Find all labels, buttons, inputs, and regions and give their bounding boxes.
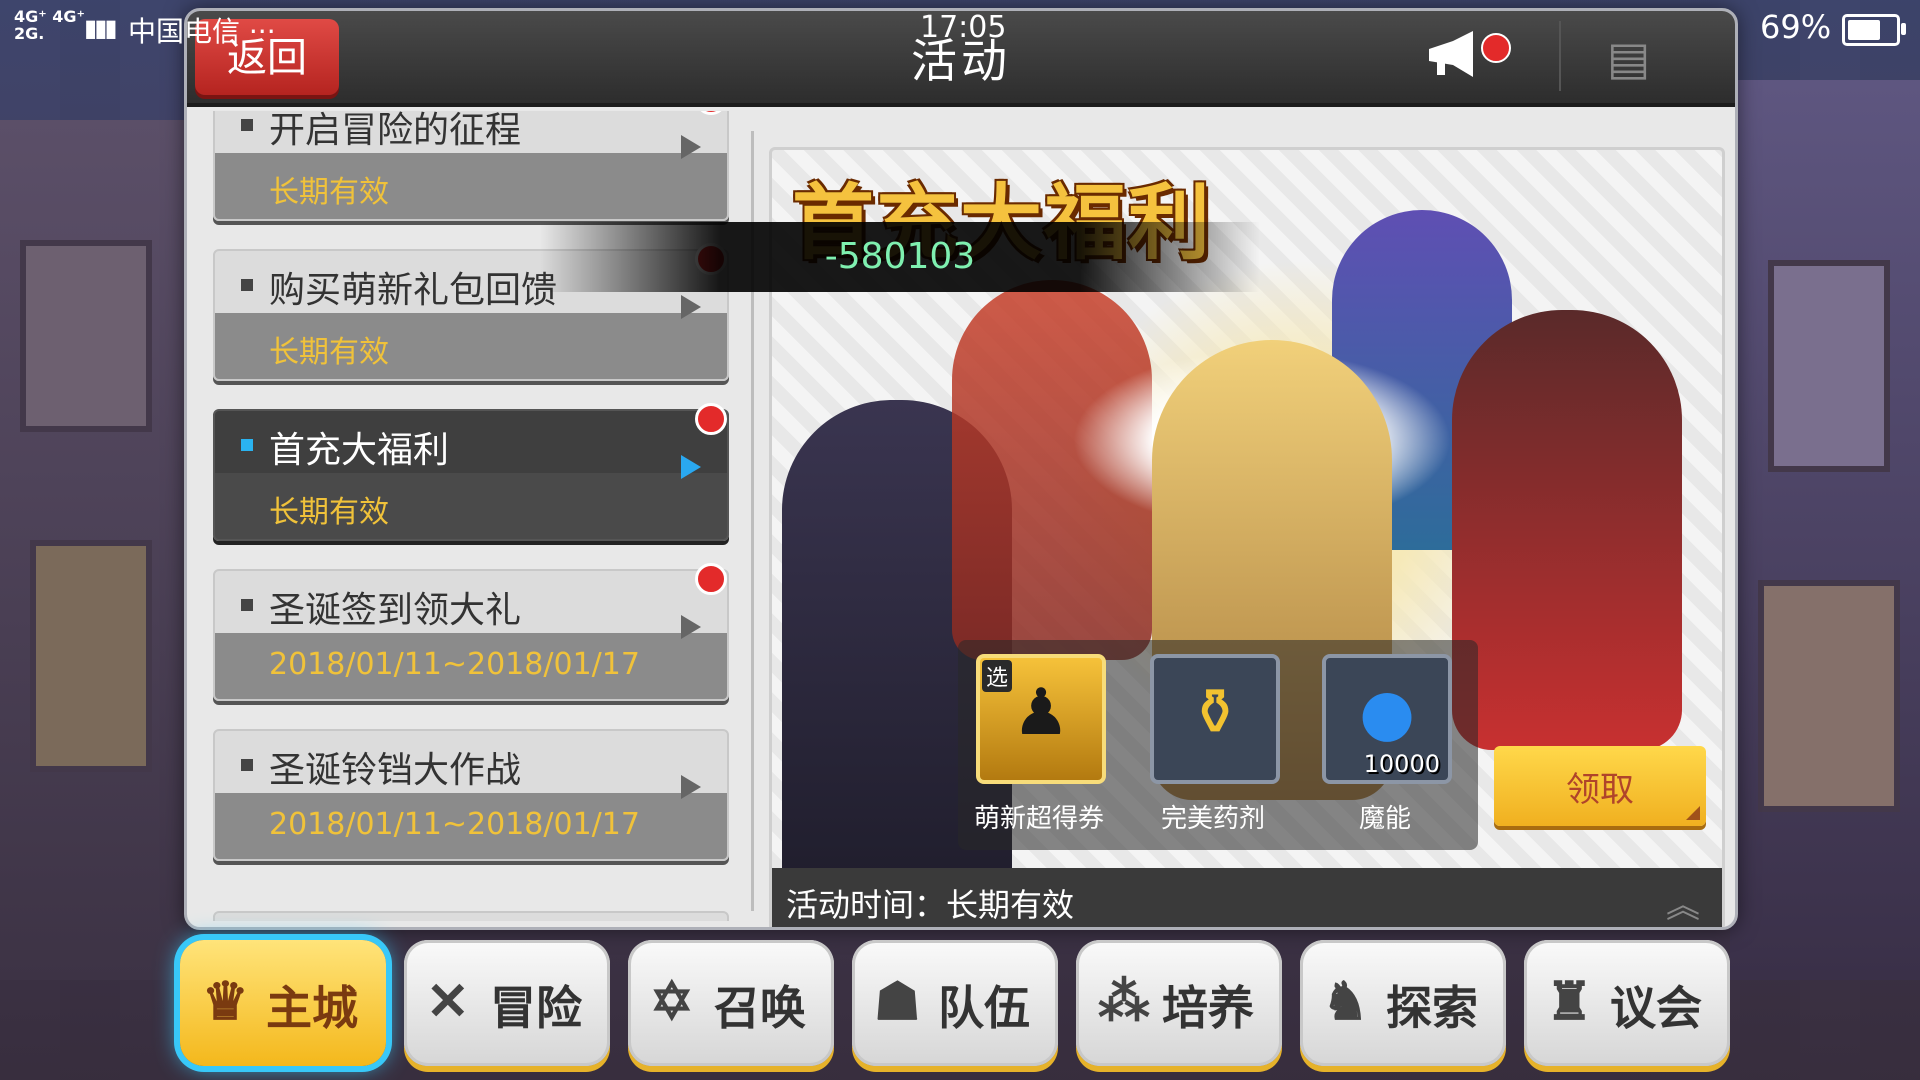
reward-count: 10000 xyxy=(1363,750,1440,778)
nav-button[interactable]: ♛ 主城 xyxy=(180,940,386,1066)
event-name: 圣诞签到领大礼 xyxy=(269,590,522,631)
bullet-icon xyxy=(241,439,253,451)
explorer-icon: ♞ xyxy=(1322,973,1369,1031)
nav-button[interactable]: ✡ 召唤 xyxy=(628,940,834,1066)
event-time-bar: 活动时间：长期有效 ︽ xyxy=(772,868,1722,927)
status-bar: 4G⁺ 4G⁺ 2G. ▮▮▮ 中国电信 ··· 17:05 69% xyxy=(0,0,1920,56)
reward-frame: ● 10000 xyxy=(1322,654,1452,784)
background-house-left xyxy=(0,120,190,980)
nav-label: 召唤 xyxy=(714,982,806,1034)
nav-button[interactable]: ♞ 探索 xyxy=(1300,940,1506,1066)
event-item[interactable]: 圣诞签到领大礼 2018/01/11~2018/01/17 xyxy=(213,563,729,701)
play-arrow-icon xyxy=(681,775,701,799)
reward-item[interactable]: ● 10000 魔能 xyxy=(1310,648,1460,844)
nav-label: 主城 xyxy=(266,982,358,1034)
triple-circle-icon: ⁂ xyxy=(1098,973,1150,1031)
event-time-text: 活动时间：长期有效 xyxy=(786,886,1075,924)
potion-icon: ⚱ xyxy=(1188,676,1242,750)
event-name: 购买萌新礼包回馈 xyxy=(269,270,558,311)
bullet-icon xyxy=(241,279,253,291)
play-arrow-icon xyxy=(681,135,701,159)
nav-label: 培养 xyxy=(1162,982,1254,1034)
event-item[interactable]: 开启冒险的征程长期有效 xyxy=(213,111,729,221)
new-dot xyxy=(695,563,727,595)
reward-label: 完美药剂 xyxy=(1160,804,1265,834)
reward-item[interactable]: ♟ 选 萌新超得券 xyxy=(964,648,1114,844)
event-period: 2018/01/11~2018/01/17 xyxy=(269,807,640,842)
event-name: 开启冒险的征程 xyxy=(269,111,522,151)
reward-frame: ⚱ xyxy=(1150,654,1280,784)
background-house-right xyxy=(1730,80,1920,980)
battery-fill xyxy=(1848,20,1880,40)
nav-button[interactable]: ✕ 冒险 xyxy=(404,940,610,1066)
nav-label: 冒险 xyxy=(490,982,582,1034)
bullet-icon xyxy=(241,599,253,611)
hexagram-icon: ✡ xyxy=(650,973,694,1031)
floating-number-overlay: -580103 xyxy=(540,222,1260,292)
activity-window: 返回 活动 ▤ 开启冒险的征程 长期有效 购买萌新礼包回馈 长期有效 首充大福利 长期有效… xyxy=(184,8,1738,930)
clock: 17:05 xyxy=(920,10,1007,45)
event-name: 首充大福利 xyxy=(269,430,450,471)
event-period: 长期有效 xyxy=(269,495,389,530)
bullet-icon xyxy=(241,759,253,771)
event-name: 圣诞铃铛大作战 xyxy=(269,750,522,791)
reward-item[interactable]: ⚱ 完美药剂 xyxy=(1138,648,1288,844)
team-icon: ☗ xyxy=(874,973,921,1031)
nav-button[interactable]: ⁂ 培养 xyxy=(1076,940,1282,1066)
event-item[interactable]: 圣诞铃铛大作战 2018/01/11~2018/01/17 xyxy=(213,729,729,861)
bullet-icon xyxy=(241,119,253,131)
select-badge: 选 xyxy=(982,660,1013,692)
claim-button[interactable]: 领取 xyxy=(1494,746,1706,826)
event-item-partial[interactable] xyxy=(213,911,729,921)
network-indicator: 4G⁺ 4G⁺ 2G. xyxy=(14,7,85,43)
carrier-label: 中国电信 ··· xyxy=(128,15,276,48)
mana-orb-icon: ● xyxy=(1359,676,1415,750)
reward-list: ♟ 选 萌新超得券 ⚱ 完美药剂 ● 10000 魔能 xyxy=(958,640,1478,850)
nav-button[interactable]: ☗ 队伍 xyxy=(852,940,1058,1066)
nav-label: 议会 xyxy=(1610,982,1702,1034)
battery-percent: 69% xyxy=(1760,8,1832,46)
new-dot xyxy=(695,403,727,435)
reward-frame: ♟ 选 xyxy=(976,654,1106,784)
dragon-icon: ♜ xyxy=(1546,973,1593,1031)
reward-label: 魔能 xyxy=(1358,804,1411,834)
event-item[interactable]: 首充大福利 长期有效 xyxy=(213,403,729,541)
play-arrow-icon xyxy=(681,615,701,639)
crossed-swords-icon: ✕ xyxy=(426,973,470,1031)
reward-label: 萌新超得券 xyxy=(973,804,1104,834)
character-art-warrior xyxy=(1452,310,1682,750)
signal-bars-icon: ▮▮▮ xyxy=(84,14,118,42)
play-arrow-icon xyxy=(681,455,701,479)
new-dot xyxy=(695,111,727,115)
nav-button[interactable]: ♜ 议会 xyxy=(1524,940,1730,1066)
nav-label: 探索 xyxy=(1386,982,1478,1034)
nav-label: 队伍 xyxy=(938,982,1030,1034)
event-period: 长期有效 xyxy=(269,335,389,370)
bottom-navigation: ♛ 主城 ✕ 冒险 ✡ 召唤 ☗ 队伍 ⁂ 培养 ♞ 探索 ♜ 议会 xyxy=(180,940,1740,1066)
play-arrow-icon xyxy=(681,295,701,319)
collapse-chevron-icon[interactable]: ︽ xyxy=(1666,878,1700,927)
event-period: 2018/01/11~2018/01/17 xyxy=(269,647,640,682)
battery-icon xyxy=(1842,14,1906,46)
event-period: 长期有效 xyxy=(269,175,389,210)
castle-icon: ♛ xyxy=(202,973,249,1031)
